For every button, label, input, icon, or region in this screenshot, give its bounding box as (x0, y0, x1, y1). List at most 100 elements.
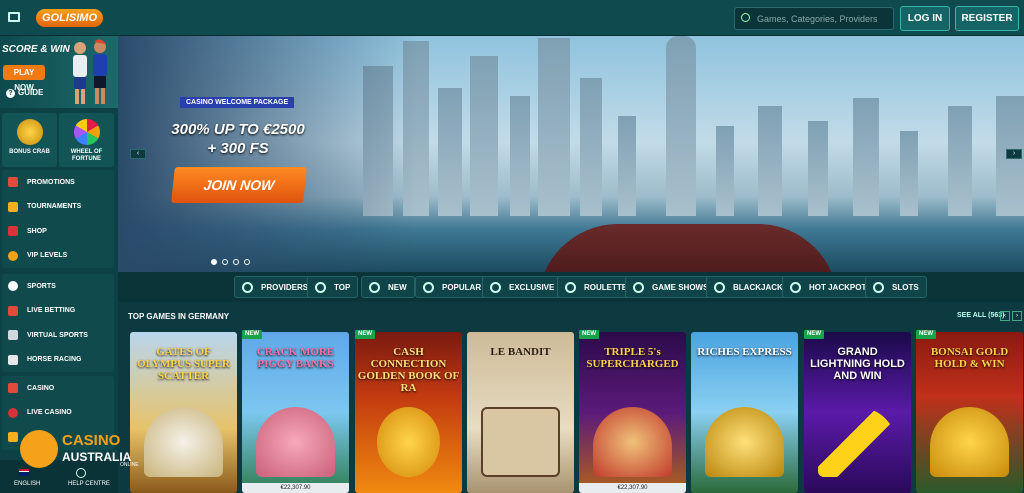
cards-icon (8, 383, 18, 394)
game-card[interactable]: BONSAI GOLD HOLD & WIN (916, 332, 1023, 493)
wheel-of-fortune-label: WHEEL OF FORTUNE (70, 149, 103, 162)
category-label: ROULETTE (584, 282, 628, 292)
sidebar-item-label: VIP LEVELS (27, 252, 68, 260)
welcome-package-badge: CASINO WELCOME PACKAGE (180, 97, 295, 108)
login-button[interactable]: LOG IN (900, 6, 950, 31)
skyline-building (470, 56, 498, 216)
scroll-right-button[interactable]: › (1012, 311, 1022, 321)
carousel-dot[interactable] (211, 259, 217, 265)
language-selector[interactable]: ENGLISH (14, 481, 40, 487)
sidebar-item-label: LIVE CASINO (27, 409, 72, 417)
game-card[interactable]: LE BANDIT (467, 332, 574, 493)
guide-link[interactable]: ? GUIDE (6, 88, 43, 98)
jackpot-amount: €22,307.90 (242, 483, 349, 493)
skyline-building (618, 116, 636, 216)
sidebar-item-label: SHOP (27, 227, 47, 235)
wheel-of-fortune-tile[interactable]: WHEEL OF FORTUNE (59, 113, 114, 167)
vip-medal-icon (8, 250, 18, 261)
kangaroo-logo-icon (20, 430, 58, 468)
category-top[interactable]: TOP (307, 276, 359, 298)
category-slots[interactable]: SLOTS (865, 276, 927, 298)
game-card[interactable]: TRIPLE 5's SUPERCHARGED €22,307.90 (579, 332, 686, 493)
sidebar-item-label: CASINO (27, 384, 55, 392)
see-all-link[interactable]: SEE ALL (563) (957, 312, 1004, 319)
game-title: LE BANDIT (490, 346, 551, 358)
carousel-next-button[interactable]: › (1006, 149, 1022, 159)
sidebar-item-vip-levels[interactable]: VIP LEVELS (2, 244, 114, 269)
score-and-win-banner[interactable]: SCORE & WIN PLAY NOW ? GUIDE (0, 36, 118, 108)
sports-car-illustration (538, 224, 838, 272)
category-label: SLOTS (892, 282, 919, 292)
game-card[interactable]: CASH CONNECTION GOLDEN BOOK OF RA (355, 332, 462, 493)
game-card[interactable]: RICHES EXPRESS (691, 332, 798, 493)
category-icon (714, 281, 725, 293)
hero-banner[interactable]: CASINO WELCOME PACKAGE 300% UP TO €2500 … (118, 36, 1024, 272)
sidebar-item-virtual-sports[interactable]: VIRTUAL SPORTS (2, 323, 114, 348)
category-icon (369, 281, 380, 293)
sidebar-item-shop[interactable]: SHOP (2, 219, 114, 244)
horse-icon (8, 354, 18, 365)
live-tv-icon (8, 305, 18, 316)
jackpot-amount: €22,307.90 (579, 483, 686, 493)
sidebar-item-live-betting[interactable]: LIVE BETTING (2, 299, 114, 324)
play-now-button[interactable]: PLAY NOW (3, 65, 45, 92)
help-centre-link[interactable]: HELP CENTRE (68, 481, 110, 487)
sidebar-item-live-casino[interactable]: LIVE CASINO (2, 401, 114, 426)
category-new[interactable]: NEW (361, 276, 415, 298)
category-label: HOT JACKPOTS (809, 282, 872, 292)
promo-line-2: + 300 FS (207, 140, 269, 157)
casino-australia-watermark: CASINO AUSTRALIA ONLINE (20, 430, 150, 474)
category-roulette[interactable]: ROULETTE (557, 276, 636, 298)
sidebar-item-casino[interactable]: CASINO (2, 376, 114, 401)
scroll-left-button[interactable]: ‹ (1000, 311, 1010, 321)
game-title: GATES OF OLYMPUS SUPER SCATTER (137, 346, 230, 382)
category-icon (315, 281, 326, 293)
carousel-dot[interactable] (222, 259, 228, 265)
score-title: SCORE & WIN (2, 44, 70, 55)
game-title: CASH CONNECTION GOLDEN BOOK OF RA (357, 346, 460, 394)
football-icon (8, 281, 18, 292)
search-box[interactable] (734, 7, 894, 30)
category-providers[interactable]: PROVIDERS (234, 276, 317, 298)
category-label: GAME SHOWS (652, 282, 709, 292)
sidebar-item-label: PROMOTIONS (27, 178, 75, 186)
sidebar-item-sports[interactable]: SPORTS (2, 274, 114, 299)
category-game-shows[interactable]: GAME SHOWS (625, 276, 717, 298)
skyline-building (438, 88, 462, 216)
logo[interactable]: GOLISIMO (36, 9, 103, 27)
search-input[interactable] (757, 11, 887, 27)
game-title: RICHES EXPRESS (697, 346, 792, 358)
category-popular[interactable]: POPULAR (415, 276, 490, 298)
bonus-crab-icon (16, 119, 43, 145)
sidebar-item-label: VIRTUAL SPORTS (27, 331, 88, 339)
sidebar-item-tournaments[interactable]: TOURNAMENTS (2, 195, 114, 220)
register-button[interactable]: REGISTER (955, 6, 1019, 31)
sidebar-item-horse-racing[interactable]: HORSE RACING (2, 348, 114, 373)
game-artwork (144, 407, 223, 477)
game-artwork (705, 407, 784, 477)
skyline-building (580, 78, 602, 216)
skyline-building (666, 36, 696, 216)
carousel-prev-button[interactable]: ‹ (130, 149, 146, 159)
new-badge: NEW (579, 330, 599, 339)
category-bar: PROVIDERS TOP NEW POPULAR EXCLUSIVE ROUL… (118, 272, 1024, 302)
category-blackjack[interactable]: BLACKJACK (706, 276, 791, 298)
watermark-line-3: ONLINE (120, 462, 139, 468)
nav-group-sports: SPORTS LIVE BETTING VIRTUAL SPORTS HORSE… (2, 274, 114, 372)
top-bar: GOLISIMO LOG IN REGISTER (0, 0, 1024, 36)
game-artwork (593, 407, 672, 477)
join-now-button[interactable]: JOIN NOW (171, 167, 307, 203)
category-label: PROVIDERS (261, 282, 309, 292)
new-badge: NEW (804, 330, 824, 339)
sidebar-item-label: HORSE RACING (27, 356, 82, 364)
bonus-crab-tile[interactable]: BONUS CRAB (2, 113, 57, 167)
sidebar-toggle-icon[interactable] (8, 12, 20, 22)
carousel-dot[interactable] (244, 259, 250, 265)
carousel-dot[interactable] (233, 259, 239, 265)
sidebar-item-promotions[interactable]: PROMOTIONS (2, 170, 114, 195)
category-exclusive[interactable]: EXCLUSIVE (482, 276, 563, 298)
search-icon (741, 13, 750, 22)
game-card[interactable]: CRACK MORE PIGGY BANKS €22,307.90 (242, 332, 349, 493)
skyline-building (510, 96, 530, 216)
game-card[interactable]: GRAND LIGHTNING HOLD AND WIN (804, 332, 911, 493)
